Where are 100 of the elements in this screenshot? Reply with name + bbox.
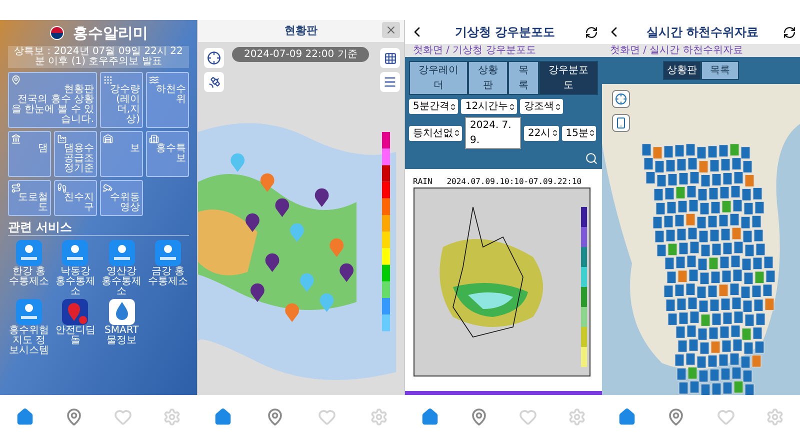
alert-ticker: 상특보 : 2024년 07월 09일 22시 22분 이후 (1) 호우주의보 발표 xyxy=(8,46,189,68)
tile-label: 홍수특보 xyxy=(155,144,186,164)
tile-icon xyxy=(57,183,67,193)
heart-icon xyxy=(519,408,538,426)
tile-label: 수위동영상 xyxy=(109,193,140,213)
chart-caption: RAIN 2024.07.09.10:10-07.09.22:10 xyxy=(413,177,583,187)
dropdown[interactable]: 12시간누 xyxy=(461,99,518,114)
tab[interactable]: 상황판 xyxy=(663,61,701,80)
screen-title: 현황판 xyxy=(284,22,318,39)
heart-icon xyxy=(716,408,735,426)
dropdown[interactable]: 등치선없 xyxy=(409,126,462,140)
emblem-icon xyxy=(49,25,65,41)
menu-tile[interactable]: 댐용수 공급조정기준 xyxy=(54,131,97,177)
refresh-icon xyxy=(585,26,598,38)
home-icon xyxy=(618,408,636,426)
caret-icon xyxy=(449,102,458,110)
menu-tile[interactable]: 현황판 전국의 홍수 상황을 한눈에 볼 수 있습니다. xyxy=(8,72,97,128)
map-pin-icon xyxy=(266,408,284,426)
tile-label: 하천수위 xyxy=(155,85,186,105)
settings-icon xyxy=(163,408,182,426)
map-pin-app-icon xyxy=(62,299,88,325)
dropdown[interactable]: 5분간격 xyxy=(409,99,458,114)
service-app-button[interactable]: 낙동강 홍수통제소 xyxy=(54,240,96,297)
menu-icon xyxy=(383,75,397,89)
menu-tile[interactable]: 하천수위 xyxy=(146,72,189,128)
refresh-button[interactable] xyxy=(783,26,796,38)
tile-subtitle: 전국의 홍수 상황을 한눈에 볼 수 있습니다. xyxy=(11,95,94,125)
locate-icon xyxy=(207,51,221,65)
search-icon xyxy=(585,152,598,165)
agency-app-icon xyxy=(108,240,135,266)
caret-icon xyxy=(554,102,562,110)
service-app-button[interactable]: SMART 물정보 xyxy=(100,299,143,356)
dropdown[interactable]: 강조색 xyxy=(520,99,564,114)
service-app-label: 홍수위험지도 정보시스템 xyxy=(8,326,50,356)
tab[interactable]: 강우레이더 xyxy=(409,61,468,95)
locate-button[interactable] xyxy=(612,90,630,108)
menu-tile[interactable]: 댐 xyxy=(8,131,51,177)
tab[interactable]: 상황판 xyxy=(468,61,508,95)
service-app-label: 안전디딤돌 xyxy=(54,326,96,346)
menu-tile[interactable]: 친수지구 xyxy=(54,180,97,216)
tile-label: 도로철도 xyxy=(17,193,48,213)
agency-app-icon xyxy=(16,299,42,325)
screen-title: 기상청 강우분포도 xyxy=(454,24,556,41)
tile-icon xyxy=(11,134,21,144)
water-drop-app-icon xyxy=(108,299,135,325)
tile-icon xyxy=(103,183,113,193)
hour-dropdown[interactable]: 22시 xyxy=(524,126,559,140)
tile-icon xyxy=(149,75,159,85)
date-field[interactable]: 2024. 7. 9. xyxy=(465,117,521,149)
close-button[interactable] xyxy=(382,22,400,38)
service-app-button[interactable]: 안전디딤돌 xyxy=(54,299,96,356)
service-app-button[interactable]: 금강 홍수통제소 xyxy=(146,240,189,297)
tab[interactable]: 강우분포도 xyxy=(539,61,598,95)
timestamp-label: 2024-07-09 22:00 기준 xyxy=(232,47,370,62)
tile-icon xyxy=(103,134,113,144)
agency-app-icon xyxy=(16,240,42,266)
map-pin-icon xyxy=(64,408,83,426)
map-pin-icon xyxy=(667,408,686,426)
tile-icon xyxy=(57,134,67,144)
menu-tile[interactable]: 보 xyxy=(100,131,143,177)
service-app-label: 영산강 홍수통제소 xyxy=(100,267,143,297)
tile-icon xyxy=(11,75,21,85)
device-button[interactable] xyxy=(612,114,630,132)
service-app-label: 낙동강 홍수통제소 xyxy=(54,267,96,297)
menu-tile[interactable]: 도로철도 xyxy=(8,180,51,216)
service-app-button[interactable]: 한강 홍수통제소 xyxy=(8,240,50,297)
agency-app-icon xyxy=(62,240,88,266)
tile-label: 보 xyxy=(130,144,140,154)
grid-button[interactable] xyxy=(380,48,400,68)
menu-tile[interactable]: 수위동영상 xyxy=(100,180,143,216)
service-app-button[interactable]: 영산강 홍수통제소 xyxy=(100,240,143,297)
locate-button[interactable] xyxy=(204,48,224,68)
caret-icon xyxy=(508,102,516,110)
refresh-button[interactable] xyxy=(585,26,598,38)
satellite-button[interactable] xyxy=(204,72,224,92)
search-button[interactable] xyxy=(585,152,598,165)
tile-label: 댐용수 공급조정기준 xyxy=(63,144,94,174)
tile-icon xyxy=(11,183,21,193)
menu-button[interactable] xyxy=(380,72,400,92)
menu-tile[interactable]: 홍수특보 xyxy=(146,131,189,177)
app-title: 홍수알리미 xyxy=(73,24,148,42)
screen-title: 실시간 하천수위자료 xyxy=(646,24,759,41)
minute-dropdown[interactable]: 15분 xyxy=(562,126,596,140)
section-title: 관련 서비스 xyxy=(8,220,189,236)
locate-icon xyxy=(615,93,627,105)
tab[interactable]: 목록 xyxy=(508,61,539,95)
caret-icon xyxy=(453,129,461,137)
home-icon xyxy=(16,408,34,426)
agency-app-icon xyxy=(154,240,181,266)
menu-tile[interactable]: 강수량 (레이더,지상) xyxy=(100,72,143,128)
device-icon xyxy=(615,117,627,129)
caret-icon xyxy=(550,129,559,137)
service-app-button[interactable]: 홍수위험지도 정보시스템 xyxy=(8,299,50,356)
close-icon xyxy=(385,24,397,36)
tile-icon xyxy=(149,134,159,144)
tile-subtitle: (레이더,지상) xyxy=(115,95,140,125)
breadcrumb: 첫화면 / 실시간 하천수위자료 xyxy=(602,44,800,57)
service-app-label: SMART 물정보 xyxy=(104,326,140,346)
home-icon xyxy=(420,408,439,426)
tab[interactable]: 목록 xyxy=(701,61,739,80)
